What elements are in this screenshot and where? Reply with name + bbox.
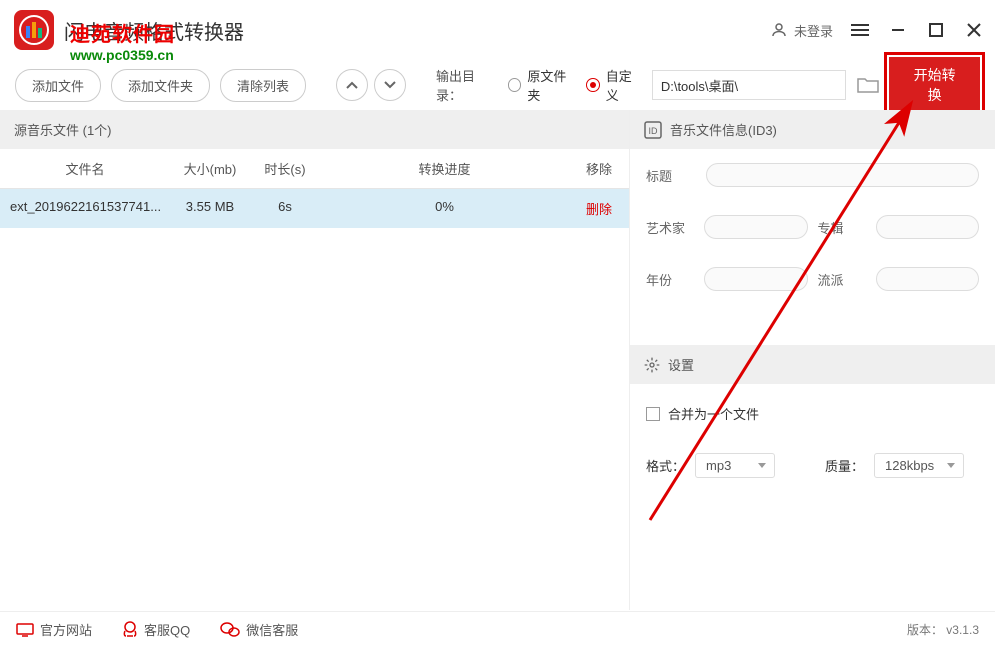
file-list-header: 源音乐文件 (1个) <box>0 110 629 149</box>
qq-icon <box>122 621 138 639</box>
move-down-button[interactable] <box>374 69 406 101</box>
id-icon: ID <box>644 121 662 139</box>
wechat-text: 微信客服 <box>246 620 298 639</box>
col-duration: 时长(s) <box>250 149 320 188</box>
minimize-button[interactable] <box>889 21 907 39</box>
close-button[interactable] <box>965 21 983 39</box>
genre-label: 流派 <box>818 270 868 289</box>
quality-select[interactable]: 128kbps <box>874 453 964 478</box>
add-file-button[interactable]: 添加文件 <box>15 69 101 102</box>
year-field[interactable] <box>704 267 808 291</box>
login-button[interactable]: 未登录 <box>770 21 833 40</box>
app-title: 闪电音频格式转换器 <box>64 16 770 45</box>
table-header: 文件名 大小(mb) 时长(s) 转换进度 移除 <box>0 149 629 189</box>
user-icon <box>770 21 788 39</box>
col-remove: 移除 <box>569 149 629 188</box>
maximize-button[interactable] <box>927 21 945 39</box>
qq-support-link[interactable]: 客服QQ <box>122 620 190 639</box>
radio-icon <box>586 78 600 92</box>
artist-label: 艺术家 <box>646 218 696 237</box>
cell-duration: 6s <box>250 189 320 228</box>
delete-button[interactable]: 删除 <box>586 202 612 217</box>
format-select[interactable]: mp3 <box>695 453 775 478</box>
cell-size: 3.55 MB <box>170 189 250 228</box>
col-progress: 转换进度 <box>320 149 569 188</box>
radio-original-label: 原文件夹 <box>527 66 578 104</box>
add-folder-button[interactable]: 添加文件夹 <box>111 69 210 102</box>
website-text: 官方网站 <box>40 620 92 639</box>
merge-label: 合并为一个文件 <box>668 404 759 423</box>
album-field[interactable] <box>876 215 980 239</box>
move-up-button[interactable] <box>336 69 368 101</box>
menu-icon <box>851 23 869 37</box>
output-path-input[interactable] <box>652 70 846 100</box>
artist-field[interactable] <box>704 215 808 239</box>
login-text: 未登录 <box>794 21 833 40</box>
settings-header-text: 设置 <box>668 355 694 374</box>
start-convert-button[interactable]: 开始转换 <box>889 57 980 113</box>
genre-field[interactable] <box>876 267 980 291</box>
radio-original-folder[interactable]: 原文件夹 <box>508 66 578 104</box>
monitor-icon <box>16 623 34 637</box>
close-icon <box>967 23 981 37</box>
radio-custom-label: 自定义 <box>606 66 644 104</box>
checkbox-icon <box>646 407 660 421</box>
radio-custom-folder[interactable]: 自定义 <box>586 66 644 104</box>
title-field[interactable] <box>706 163 979 187</box>
maximize-icon <box>929 23 943 37</box>
clear-list-button[interactable]: 清除列表 <box>220 69 306 102</box>
year-label: 年份 <box>646 270 696 289</box>
chevron-up-icon <box>346 81 358 89</box>
id3-header-text: 音乐文件信息(ID3) <box>670 120 777 139</box>
chevron-down-icon <box>384 81 396 89</box>
title-label: 标题 <box>646 166 696 185</box>
qq-text: 客服QQ <box>144 620 190 639</box>
minimize-icon <box>890 22 906 38</box>
table-row[interactable]: ext_2019622161537741... 3.55 MB 6s 0% 删除 <box>0 189 629 228</box>
quality-label: 质量： <box>825 456 864 475</box>
svg-text:ID: ID <box>649 126 659 136</box>
radio-icon <box>508 78 522 92</box>
menu-button[interactable] <box>851 21 869 39</box>
cell-filename: ext_2019622161537741... <box>0 189 170 228</box>
col-name: 文件名 <box>0 149 170 188</box>
cell-progress: 0% <box>320 189 569 228</box>
merge-checkbox-row[interactable]: 合并为一个文件 <box>630 384 995 443</box>
output-label: 输出目录： <box>436 66 500 104</box>
app-logo <box>12 8 56 52</box>
gear-icon <box>644 357 660 373</box>
wechat-support-link[interactable]: 微信客服 <box>220 620 298 639</box>
settings-header: 设置 <box>630 345 995 384</box>
wechat-icon <box>220 622 240 638</box>
version-text: 版本： v3.1.3 <box>907 621 979 638</box>
col-size: 大小(mb) <box>170 149 250 188</box>
id3-header: ID 音乐文件信息(ID3) <box>630 110 995 149</box>
folder-icon <box>857 76 879 94</box>
official-website-link[interactable]: 官方网站 <box>16 620 92 639</box>
album-label: 专辑 <box>818 218 868 237</box>
format-label: 格式： <box>646 456 685 475</box>
browse-folder-button[interactable] <box>854 76 881 94</box>
